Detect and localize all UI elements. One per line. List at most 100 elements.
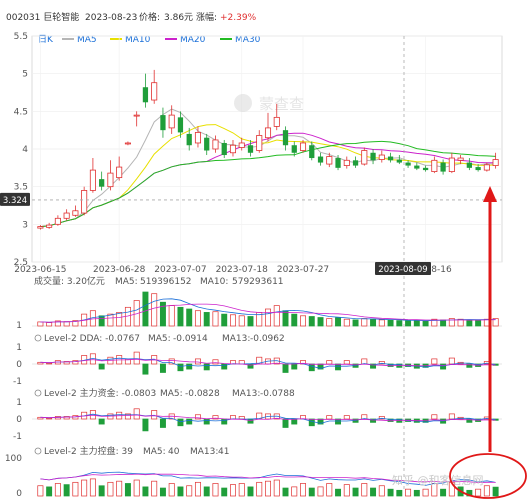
main-control-panel: Level-2 主力控盘: 39 MA5: 40 MA13: 41 100 0	[5, 445, 499, 499]
candle-body	[361, 150, 368, 165]
price-value: 3.86元	[164, 13, 193, 23]
candle-body	[256, 135, 263, 151]
candle-body	[299, 142, 307, 151]
candle-body	[431, 159, 438, 173]
volume-bar	[238, 315, 245, 327]
osc-tick-label: -1	[13, 432, 22, 442]
osc-bar	[133, 351, 140, 365]
osc-tick-label: 1	[16, 398, 22, 408]
date-tick-label: 2023-07-07	[154, 265, 206, 275]
candle-body	[457, 157, 464, 161]
main-control-bar	[422, 488, 429, 497]
dda-ma5: -0.0914	[173, 334, 208, 344]
osc-bar	[291, 418, 298, 425]
candle-body	[194, 132, 201, 144]
volume-ma5-label: MA5:	[115, 277, 138, 287]
change-value: +2.39%	[220, 13, 257, 23]
candle-body	[440, 162, 446, 172]
volume-bar	[221, 313, 228, 327]
main-control-bar	[37, 485, 44, 497]
candle-body	[264, 127, 272, 139]
main-control-bar	[405, 488, 412, 497]
candlesticks	[37, 69, 499, 230]
volume-title: 成交量: 3.20亿元	[34, 275, 105, 287]
candle-body	[177, 117, 184, 133]
volume-bar	[46, 322, 53, 327]
legend-label-ma30: MA30	[235, 35, 261, 45]
main-control-bar	[378, 485, 385, 497]
main-control-bar	[98, 485, 105, 497]
volume-bar	[317, 317, 324, 327]
candle-body	[107, 172, 114, 188]
candle-body	[89, 169, 96, 191]
candle-body	[212, 139, 219, 150]
osc-bar	[431, 358, 438, 365]
main-control-bar	[142, 486, 149, 497]
main-control-bar	[396, 489, 403, 497]
legend-label-ma20: MA20	[180, 35, 206, 45]
osc-tick-label: -1	[13, 377, 22, 387]
osc-bar	[448, 357, 455, 365]
main-control-bar	[63, 484, 70, 497]
price-tick-label: 3	[22, 220, 28, 230]
volume-ma5: 519396152	[140, 277, 192, 287]
main-control-ma13-label: MA13:	[190, 447, 218, 457]
main-control-bar	[89, 478, 96, 497]
volume-bar	[413, 320, 420, 327]
main-control-ma5: 40	[168, 447, 180, 457]
main-control-bar	[72, 481, 79, 497]
candle-body	[335, 158, 341, 168]
watermark: 蒙查查	[234, 94, 304, 113]
volume-ytick: 1	[16, 321, 22, 331]
osc-bar	[177, 418, 184, 427]
osc-bar	[343, 360, 350, 365]
main-control-bar	[282, 487, 289, 497]
volume-bar	[378, 319, 385, 327]
stock-code-name: 002031 巨轮智能	[6, 11, 79, 23]
price-axis-labels: 2.533.544.555.5	[14, 32, 29, 268]
candle-body	[81, 190, 88, 214]
osc-bar	[343, 415, 350, 420]
main-control-bar	[317, 486, 324, 497]
osc-bar	[326, 415, 333, 420]
main-control-bar	[81, 479, 88, 497]
volume-bar	[63, 321, 70, 327]
osc-bar	[238, 360, 245, 365]
osc-bar	[238, 416, 245, 420]
candle-body	[186, 133, 192, 146]
candle-body	[160, 115, 166, 131]
osc-tick-label: 1	[16, 343, 22, 353]
volume-bar	[186, 308, 193, 327]
main-fund-ma5: -0.0828	[185, 389, 220, 399]
main-fund-ma5-label: MA5:	[160, 389, 183, 399]
candle-body	[142, 87, 149, 103]
candle-body	[370, 152, 376, 161]
main-control-bar	[335, 488, 342, 497]
main-control-axis-labels: 100 0	[5, 454, 22, 499]
volume-bar	[335, 317, 342, 327]
main-control-bar	[54, 483, 61, 497]
candle-body	[37, 226, 44, 229]
arrow-head-icon	[483, 186, 497, 202]
osc-bar	[133, 408, 140, 420]
osc-bar	[186, 363, 193, 370]
main-control-bar	[387, 488, 394, 497]
candle-body	[492, 159, 499, 166]
main-control-bar	[291, 486, 298, 497]
price-tick-label: 3.5	[14, 183, 28, 193]
volume-bar	[308, 316, 315, 327]
osc-bar	[186, 418, 193, 425]
candle-body	[54, 217, 61, 225]
volume-bar	[107, 313, 114, 327]
osc-bar	[46, 362, 53, 365]
candle-body	[378, 154, 385, 160]
main-control-bar	[124, 483, 131, 497]
main-control-bar	[116, 480, 123, 497]
osc-bar	[291, 363, 298, 370]
main-gridlines	[32, 35, 502, 263]
price-tick-label: 5	[22, 70, 28, 80]
main-control-ma5-label: MA5:	[143, 447, 166, 457]
volume-bar	[177, 306, 184, 327]
ma-legend: MA5 MA10 MA20 MA30	[62, 35, 261, 45]
dda-bars	[32, 351, 502, 375]
